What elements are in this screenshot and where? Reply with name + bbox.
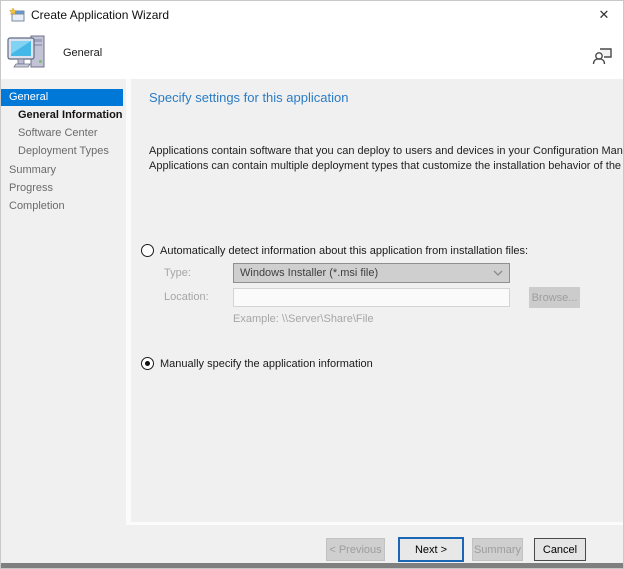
sidebar-item-deployment-types[interactable]: Deployment Types (1, 143, 123, 160)
next-button[interactable]: Next > (398, 537, 464, 562)
close-button[interactable]: ✕ (593, 5, 615, 25)
location-example-hint: Example: \\Server\Share\File (233, 313, 374, 325)
window-bottom-edge (1, 563, 623, 568)
sidebar-item-general-information[interactable]: General Information (1, 107, 123, 124)
sidebar-item-completion[interactable]: Completion (1, 198, 123, 215)
type-dropdown[interactable]: Windows Installer (*.msi file) (233, 263, 510, 283)
radio-manual-specify-label: Manually specify the application informa… (160, 358, 373, 370)
radio-auto-detect-label: Automatically detect information about t… (160, 245, 528, 257)
summary-button[interactable]: Summary (472, 538, 523, 561)
location-input[interactable] (233, 288, 510, 307)
sidebar-item-progress[interactable]: Progress (1, 180, 123, 197)
computer-icon (5, 30, 51, 76)
wizard-steps-sidebar: General General Information Software Cen… (1, 79, 126, 523)
description-line-1: Applications contain software that you c… (149, 144, 624, 159)
radio-manual-specify-circle[interactable] (141, 357, 154, 370)
wizard-page-content: Specify settings for this application Ap… (131, 79, 624, 523)
previous-button[interactable]: < Previous (326, 538, 385, 561)
page-heading: Specify settings for this application (149, 90, 348, 105)
page-description: Applications contain software that you c… (149, 144, 624, 174)
description-line-2: Applications can contain multiple deploy… (149, 159, 624, 174)
create-application-wizard-window: Create Application Wizard ✕ General Gene… (0, 0, 624, 569)
sidebar-item-software-center[interactable]: Software Center (1, 125, 123, 142)
radio-manual-specify[interactable]: Manually specify the application informa… (141, 357, 373, 370)
sidebar-item-general[interactable]: General (1, 89, 123, 106)
type-label: Type: (164, 267, 191, 279)
chevron-down-icon (493, 269, 503, 277)
location-label: Location: (164, 291, 209, 303)
footer-divider (126, 522, 624, 525)
title-bar: Create Application Wizard ✕ (1, 1, 623, 29)
cancel-button[interactable]: Cancel (534, 538, 586, 561)
wizard-window-icon (9, 7, 25, 23)
person-flag-icon[interactable] (591, 44, 613, 66)
wizard-header: General (1, 29, 623, 79)
sidebar-item-summary[interactable]: Summary (1, 162, 123, 179)
type-dropdown-value: Windows Installer (*.msi file) (240, 267, 493, 279)
browse-button[interactable]: Browse... (529, 287, 580, 308)
header-page-title: General (63, 47, 102, 59)
window-title: Create Application Wizard (31, 8, 169, 22)
radio-auto-detect-circle[interactable] (141, 244, 154, 257)
radio-auto-detect[interactable]: Automatically detect information about t… (141, 244, 528, 257)
